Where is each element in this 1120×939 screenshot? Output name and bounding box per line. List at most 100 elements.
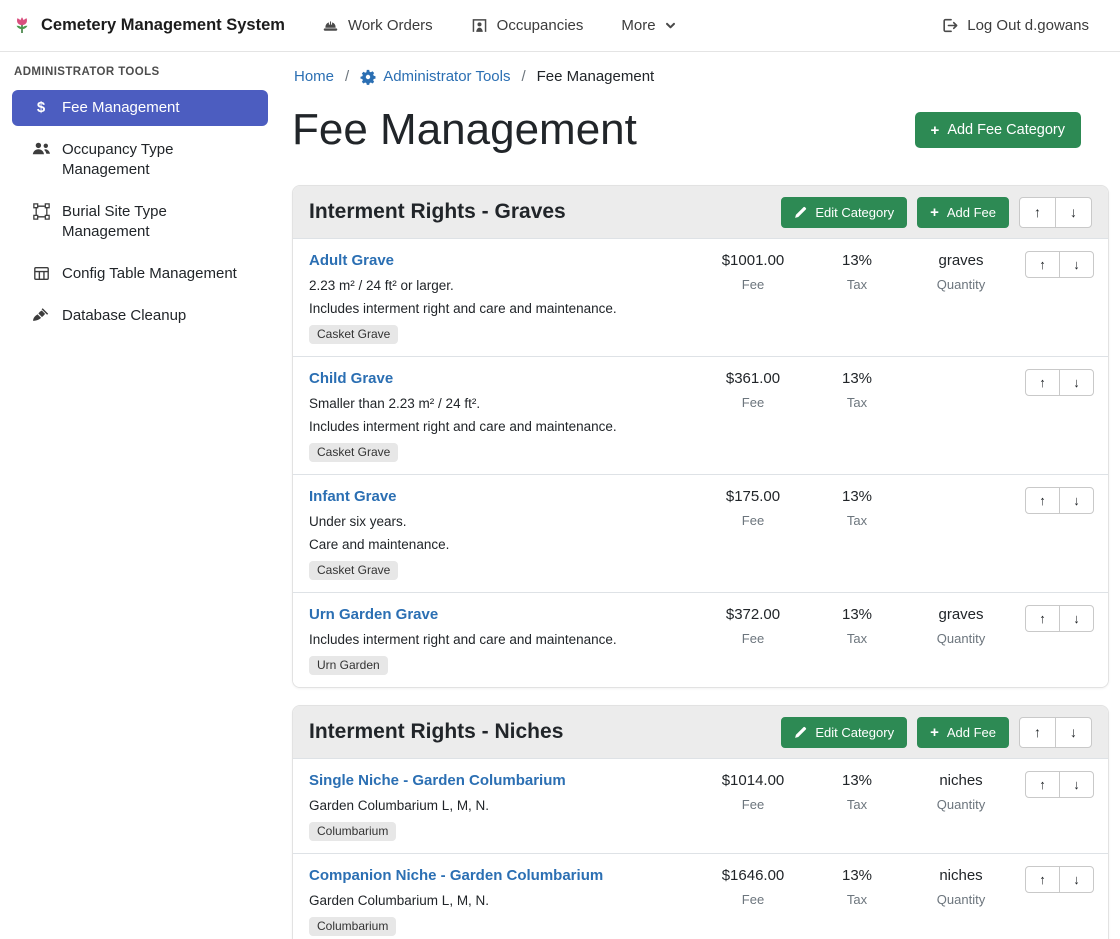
tax-label: Tax — [805, 513, 909, 528]
fee-amount: $1646.00 — [701, 866, 805, 886]
sidebar-item-fee-management[interactable]: $ Fee Management — [12, 90, 268, 126]
fee-info: Adult Grave 2.23 m² / 24 ft² or larger. … — [309, 251, 701, 344]
quantity-value: graves — [909, 251, 1013, 271]
move-fee-up-button[interactable]: ↑ — [1025, 487, 1060, 514]
category-actions: Edit Category + Add Fee ↑ ↓ — [781, 717, 1092, 748]
fee-reorder-buttons: ↑ ↓ — [1025, 369, 1094, 396]
breadcrumb-admin-tools-label: Administrator Tools — [383, 68, 510, 85]
move-fee-down-button[interactable]: ↓ — [1059, 369, 1094, 396]
fee-amount-column: $1646.00 Fee — [701, 866, 805, 907]
page-title: Fee Management — [292, 105, 637, 155]
fee-amount: $1014.00 — [701, 771, 805, 791]
arrow-down-icon: ↓ — [1073, 777, 1080, 792]
category-title: Interment Rights - Niches — [309, 720, 563, 744]
quantity-column: niches Quantity — [909, 771, 1013, 812]
tulip-logo-icon — [12, 16, 32, 36]
quantity-value: niches — [909, 771, 1013, 791]
edit-category-button[interactable]: Edit Category — [781, 717, 907, 748]
sidebar-item-occupancy-type-management[interactable]: Occupancy Type Management — [12, 132, 268, 188]
arrow-up-icon: ↑ — [1039, 872, 1046, 887]
fee-description-line: Garden Columbarium L, M, N. — [309, 892, 691, 909]
pencil-icon — [794, 726, 807, 739]
quantity-label: Quantity — [909, 892, 1013, 907]
table-icon — [30, 265, 52, 282]
move-fee-down-button[interactable]: ↓ — [1059, 605, 1094, 632]
hard-hat-icon — [322, 17, 339, 34]
move-fee-up-button[interactable]: ↑ — [1025, 771, 1060, 798]
fee-name-link[interactable]: Companion Niche - Garden Columbarium — [309, 866, 603, 886]
category-header: Interment Rights - Niches Edit Category … — [293, 706, 1108, 758]
tax-label: Tax — [805, 892, 909, 907]
fee-name-link[interactable]: Urn Garden Grave — [309, 605, 438, 625]
nav-more[interactable]: More — [606, 9, 690, 42]
vector-square-icon — [30, 203, 52, 220]
fee-row: Child Grave Smaller than 2.23 m² / 24 ft… — [293, 356, 1108, 474]
fee-name-link[interactable]: Child Grave — [309, 369, 393, 389]
fee-amount-column: $1014.00 Fee — [701, 771, 805, 812]
sidebar-item-burial-site-type-management[interactable]: Burial Site Type Management — [12, 194, 268, 250]
tax-column: 13% Tax — [805, 605, 909, 646]
tax-value: 13% — [805, 251, 909, 271]
add-fee-category-button[interactable]: + Add Fee Category — [915, 112, 1081, 148]
fee-description-line: Includes interment right and care and ma… — [309, 418, 691, 435]
move-fee-up-button[interactable]: ↑ — [1025, 866, 1060, 893]
plus-icon: + — [930, 725, 939, 740]
fee-type-tag: Casket Grave — [309, 325, 398, 344]
move-fee-up-button[interactable]: ↑ — [1025, 251, 1060, 278]
arrow-down-icon: ↓ — [1070, 204, 1077, 220]
category-reorder-buttons: ↑ ↓ — [1019, 717, 1092, 748]
nav-work-orders[interactable]: Work Orders — [307, 9, 448, 42]
move-fee-down-button[interactable]: ↓ — [1059, 771, 1094, 798]
sidebar-heading: ADMINISTRATOR TOOLS — [0, 66, 280, 78]
breadcrumb-admin-tools-link[interactable]: Administrator Tools — [360, 68, 510, 85]
breadcrumb-home-link[interactable]: Home — [294, 68, 334, 85]
category-header: Interment Rights - Graves Edit Category … — [293, 186, 1108, 238]
arrow-up-icon: ↑ — [1039, 611, 1046, 626]
move-fee-up-button[interactable]: ↑ — [1025, 369, 1060, 396]
fee-reorder-buttons: ↑ ↓ — [1025, 487, 1094, 514]
edit-category-label: Edit Category — [815, 725, 894, 740]
fee-info: Single Niche - Garden Columbarium Garden… — [309, 771, 701, 841]
move-fee-down-button[interactable]: ↓ — [1059, 866, 1094, 893]
nav-occupancies[interactable]: Occupancies — [456, 9, 599, 42]
logout-link[interactable]: Log Out d.gowans — [926, 9, 1104, 42]
breadcrumb-separator: / — [334, 68, 360, 85]
move-fee-up-button[interactable]: ↑ — [1025, 605, 1060, 632]
nav-occupancies-label: Occupancies — [497, 17, 584, 34]
fee-row: Single Niche - Garden Columbarium Garden… — [293, 758, 1108, 853]
move-fee-down-button[interactable]: ↓ — [1059, 251, 1094, 278]
sidebar-item-config-table-management[interactable]: Config Table Management — [12, 256, 268, 292]
sidebar-item-database-cleanup[interactable]: Database Cleanup — [12, 298, 268, 334]
move-category-down-button[interactable]: ↓ — [1055, 197, 1092, 228]
move-category-up-button[interactable]: ↑ — [1019, 717, 1056, 748]
add-fee-button[interactable]: + Add Fee — [917, 197, 1009, 228]
breadcrumb-separator: / — [510, 68, 536, 85]
add-fee-category-label: Add Fee Category — [947, 122, 1065, 138]
move-category-down-button[interactable]: ↓ — [1055, 717, 1092, 748]
fee-name-link[interactable]: Infant Grave — [309, 487, 397, 507]
fee-info: Urn Garden Grave Includes interment righ… — [309, 605, 701, 675]
add-fee-button[interactable]: + Add Fee — [917, 717, 1009, 748]
fee-amount-column: $175.00 Fee — [701, 487, 805, 528]
fee-amount-label: Fee — [701, 631, 805, 646]
gear-icon — [360, 69, 376, 85]
arrow-up-icon: ↑ — [1039, 493, 1046, 508]
fee-row: Infant Grave Under six years. Care and m… — [293, 474, 1108, 592]
arrow-down-icon: ↓ — [1073, 872, 1080, 887]
arrow-down-icon: ↓ — [1073, 257, 1080, 272]
move-fee-down-button[interactable]: ↓ — [1059, 487, 1094, 514]
fee-name-link[interactable]: Adult Grave — [309, 251, 394, 271]
fee-name-link[interactable]: Single Niche - Garden Columbarium — [309, 771, 566, 791]
edit-category-label: Edit Category — [815, 205, 894, 220]
fee-amount: $175.00 — [701, 487, 805, 507]
move-category-up-button[interactable]: ↑ — [1019, 197, 1056, 228]
edit-category-button[interactable]: Edit Category — [781, 197, 907, 228]
tax-label: Tax — [805, 631, 909, 646]
tax-value: 13% — [805, 866, 909, 886]
tax-column: 13% Tax — [805, 487, 909, 528]
fee-type-tag: Casket Grave — [309, 443, 398, 462]
fee-reorder-buttons: ↑ ↓ — [1025, 866, 1094, 893]
arrow-up-icon: ↑ — [1034, 724, 1041, 740]
tax-value: 13% — [805, 771, 909, 791]
broom-icon — [30, 307, 52, 323]
